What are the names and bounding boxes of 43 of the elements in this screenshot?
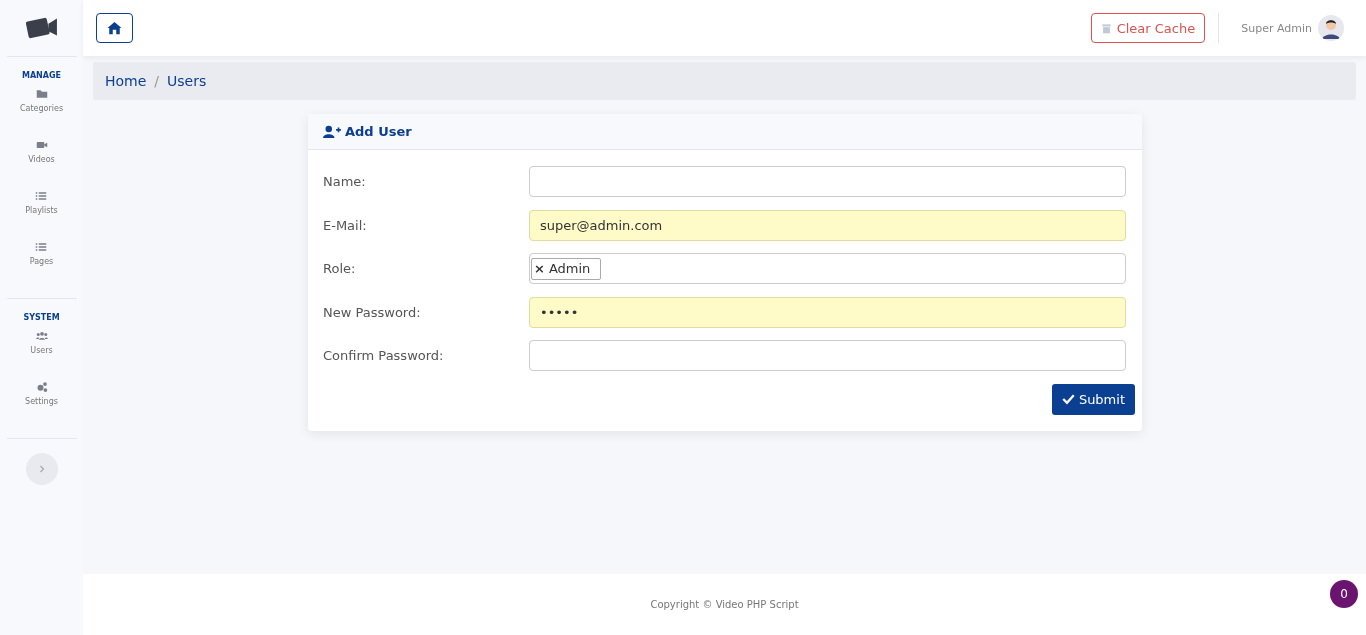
counter-badge[interactable]: 0 <box>1330 580 1358 608</box>
submit-button[interactable]: Submit <box>1051 383 1135 415</box>
input-field[interactable] <box>529 340 1126 371</box>
list-icon <box>35 190 48 202</box>
copyright-text: Copyright © Video PHP Script <box>650 599 799 610</box>
breadcrumb-link[interactable]: Home <box>105 73 147 89</box>
clear-cache-button[interactable]: Clear Cache <box>1090 13 1206 43</box>
chevron-right-icon <box>37 464 46 474</box>
video-camera-icon <box>35 139 48 151</box>
trash-icon <box>1100 22 1112 34</box>
sidebar-item[interactable]: Pages <box>29 241 54 292</box>
gears-icon <box>35 381 48 393</box>
home-icon <box>107 21 122 35</box>
input-field[interactable] <box>529 166 1126 197</box>
field-label: E-Mail: <box>323 217 368 233</box>
section-heading: SYSTEM <box>23 313 60 322</box>
checkmark-icon <box>1061 393 1075 405</box>
field-label: Name: <box>323 174 367 189</box>
breadcrumb-link[interactable]: Users <box>167 73 207 89</box>
input-field[interactable]: super@admin.com <box>529 209 1126 241</box>
selected-tag: Admin <box>548 261 591 276</box>
input-field[interactable]: ••••• <box>529 296 1126 328</box>
breadcrumb-separator: / <box>154 73 160 89</box>
sidebar-item[interactable]: Categories <box>19 88 64 139</box>
field-label: Role: <box>323 261 357 276</box>
user-plus-icon <box>323 125 341 138</box>
list-icon <box>35 241 48 253</box>
remove-tag-button[interactable]: × <box>534 261 545 276</box>
collapse-toggle-button[interactable] <box>25 453 58 485</box>
sidebar-item[interactable]: Users <box>30 330 53 381</box>
users-icon <box>35 330 48 342</box>
sidebar-item[interactable]: Settings <box>25 381 58 432</box>
field-label: New Password: <box>323 304 422 320</box>
sidebar-item[interactable]: Videos <box>28 139 55 190</box>
sidebar-item[interactable]: Playlists <box>25 190 58 241</box>
user-avatar[interactable] <box>1318 15 1344 41</box>
card-title: Add User <box>345 124 412 139</box>
field-label: Confirm Password: <box>323 348 445 363</box>
home-button[interactable] <box>96 13 133 43</box>
folder-icon <box>35 88 48 100</box>
section-heading: MANAGE <box>21 71 62 80</box>
user-name[interactable]: Super Admin <box>1241 21 1312 35</box>
multi-select-field[interactable]: × Admin <box>529 253 1126 284</box>
